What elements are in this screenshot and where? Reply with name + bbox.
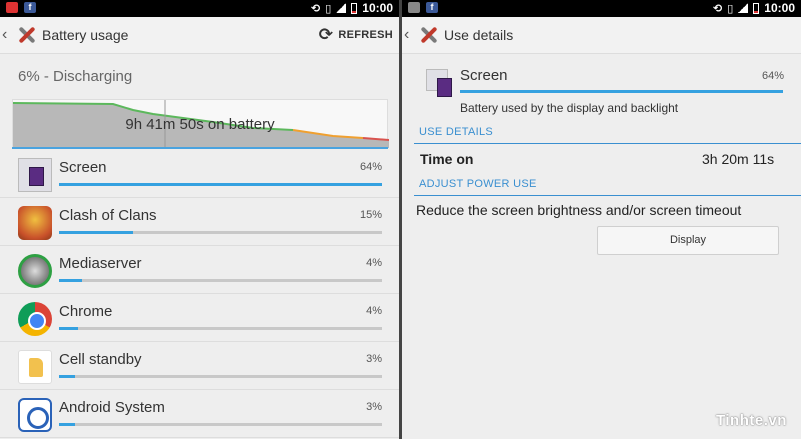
app-percent: 3% [366,401,382,413]
app-name: Android System [59,399,165,416]
list-item[interactable]: Clash of Clans 15% [0,198,399,246]
usage-bar-fill [59,183,382,186]
battery-status: 6% - Discharging [18,68,133,85]
back-icon[interactable]: ‹ [404,26,412,44]
settings-tools-icon[interactable] [14,23,38,47]
app-percent: 4% [366,305,382,317]
screen-icon [18,158,52,192]
list-item[interactable]: Android System 3% [0,390,399,438]
list-item[interactable]: Chrome 4% [0,294,399,342]
refresh-button[interactable]: ⟳ REFRESH [319,26,393,43]
list-item[interactable]: Cell standby 3% [0,342,399,390]
app-name: Chrome [59,303,113,320]
signal-icon [738,3,749,13]
app-name: Cell standby [59,351,142,368]
usage-bar [59,327,382,330]
usage-bar-fill [59,279,82,282]
time-on-value: 3h 20m 11s [702,151,775,167]
usage-bar-fill [59,231,134,234]
screen-icon [426,69,452,97]
display-settings-button[interactable]: Display [597,226,779,255]
app-name: Clash of Clans [59,207,157,224]
app-percent: 15% [359,209,382,221]
status-bar: f ⟲ ▯ 10:00 [0,0,399,17]
usage-bar-fill [59,423,76,426]
app-list: Screen 64% Clash of Clans 15% Mediaserve… [0,150,399,438]
app-percent: 4% [366,257,382,269]
status-bar: f ⟲ ▯ 10:00 [402,0,801,17]
battery-graph[interactable]: 9h 41m 50s on battery [12,99,389,148]
usage-bar [59,423,382,426]
vibrate-icon: ▯ [325,2,332,15]
refresh-icon: ⟳ [318,25,334,44]
action-bar: ‹ Use details [402,17,801,54]
chrome-icon [18,302,52,336]
vibrate-icon: ▯ [727,2,734,15]
message-notification-icon [6,2,18,13]
adjust-power-header: ADJUST POWER USE [414,178,801,196]
usage-bar-fill [59,327,79,330]
signal-icon [336,3,347,13]
usage-bar-fill [59,375,76,378]
battery-icon [753,2,760,14]
use-details-header: USE DETAILS [414,126,801,144]
detail-usage-bar [460,90,783,93]
cell-standby-icon [18,350,52,384]
usage-bar [59,375,382,378]
mediaserver-icon [18,254,52,288]
refresh-label: REFRESH [338,28,393,41]
battery-icon [351,2,358,14]
settings-tools-icon[interactable] [416,23,440,47]
usage-bar [59,279,382,282]
rotate-icon: ⟲ [311,2,321,15]
battery-usage-screen: f ⟲ ▯ 10:00 ‹ Battery usage ⟳ REFRESH 6%… [0,0,399,439]
page-title: Use details [444,27,514,43]
reduce-brightness-text: Reduce the screen brightness and/or scre… [416,202,742,218]
picture-notification-icon [408,2,420,13]
battery-time-label: 9h 41m 50s on battery [125,116,275,133]
clash-of-clans-icon [18,206,52,240]
app-percent: 64% [359,161,382,173]
detail-app-name: Screen [460,67,508,84]
usage-bar [59,231,382,234]
time-on-label: Time on [420,151,474,167]
app-name: Mediaserver [59,255,142,272]
list-item[interactable]: Mediaserver 4% [0,246,399,294]
list-item[interactable]: Screen 64% [0,150,399,198]
action-bar: ‹ Battery usage ⟳ REFRESH [0,17,399,54]
status-time: 10:00 [764,1,795,15]
status-time: 10:00 [362,1,393,15]
app-percent: 3% [366,353,382,365]
facebook-notification-icon: f [426,2,438,13]
back-icon[interactable]: ‹ [2,26,10,44]
rotate-icon: ⟲ [713,2,723,15]
watermark: Tinhte.vn [716,412,787,429]
page-title: Battery usage [42,27,129,43]
use-details-screen: f ⟲ ▯ 10:00 ‹ Use details [402,0,801,439]
detail-percent: 64% [762,70,785,82]
facebook-notification-icon: f [24,2,36,13]
graph-divider [12,147,388,149]
android-system-icon [18,398,52,432]
detail-description: Battery used by the display and backligh… [460,101,679,115]
app-name: Screen [59,159,107,176]
usage-bar [59,183,382,186]
